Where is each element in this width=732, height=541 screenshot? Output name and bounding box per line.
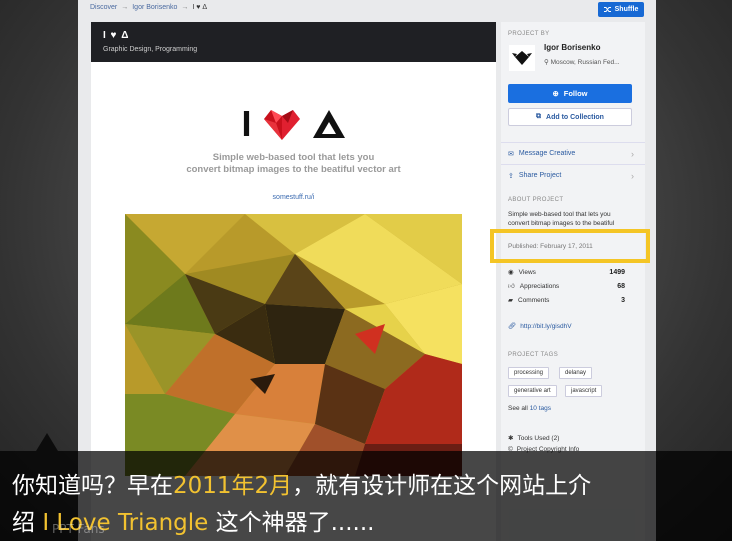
add-to-collection-button[interactable]: ⧉ Add to Collection	[508, 108, 632, 126]
project-tagline: Simple web-based tool that lets you conv…	[91, 152, 496, 176]
tagline-line-1: Simple web-based tool that lets you	[212, 152, 375, 163]
stat-comments: ▰ Comments 3	[508, 296, 625, 305]
chevron-right-icon: ›	[631, 148, 634, 159]
breadcrumb-current: I ♥ Δ	[192, 4, 208, 11]
tag-chip[interactable]: generative art	[508, 385, 557, 397]
comment-icon: ▰	[508, 297, 513, 304]
eye-icon: ◉	[508, 269, 514, 276]
project-title: I ♥ Δ	[103, 30, 130, 41]
share-icon: ⇪	[508, 172, 514, 180]
project-by-label: PROJECT BY	[508, 31, 550, 37]
chevron-right-icon: ›	[631, 170, 634, 181]
tools-used[interactable]: ✱ Tools Used (2)	[508, 434, 560, 443]
tag-chip[interactable]: javascript	[565, 385, 603, 397]
thumbs-up-icon: 👍︎	[508, 283, 515, 290]
watermark: PPT Fans	[52, 522, 105, 536]
stat-value: 68	[617, 282, 625, 290]
caption-text: 这个神器了......	[208, 510, 375, 536]
breadcrumb-separator: →	[121, 4, 129, 11]
tag-chip[interactable]: delanay	[559, 367, 593, 379]
message-label: Message Creative	[518, 150, 576, 157]
see-all-tags-link[interactable]: 10 tags	[530, 405, 551, 412]
breadcrumb-owner[interactable]: Igor Borisenko	[132, 4, 177, 11]
stat-label: Comments	[518, 296, 550, 304]
add-collection-label: Add to Collection	[546, 113, 604, 121]
shuffle-label: Shuffle	[614, 6, 639, 13]
project-link[interactable]: somestuff.ru/i	[91, 194, 496, 201]
about-project-label: ABOUT PROJECT	[508, 197, 564, 203]
share-label: Share Project	[518, 172, 562, 179]
shuffle-button[interactable]: Shuffle	[598, 2, 644, 17]
caption-highlight: 2011年2月	[173, 473, 293, 499]
see-all-tags: See all 10 tags	[508, 405, 551, 412]
tools-used-label: Tools Used (2)	[517, 434, 560, 442]
owner-location: ⚲ Moscow, Russian Fed...	[544, 58, 620, 66]
short-url-link[interactable]: 🔗︎ http://bit.ly/gisdhV	[508, 322, 572, 331]
caption-text: 你知道吗？早在	[12, 473, 173, 499]
see-all-prefix: See all	[508, 405, 528, 412]
published-highlight-box	[490, 229, 650, 263]
shuffle-icon	[603, 7, 611, 12]
caption-text: ，就有设计师在这个网站上介	[292, 473, 592, 499]
stat-appreciations: 👍︎ Appreciations 68	[508, 282, 625, 291]
tagline-line-2: convert bitmap images to the beatiful ve…	[186, 164, 401, 175]
stat-value: 1499	[609, 268, 625, 276]
collection-icon: ⧉	[536, 113, 542, 120]
polygon-heart-icon	[263, 110, 300, 140]
breadcrumb: Discover → Igor Borisenko → I ♥ Δ	[90, 4, 207, 11]
caption-pointer	[36, 433, 58, 451]
caption-text: 绍	[12, 510, 43, 536]
stat-label: Views	[518, 268, 536, 276]
project-fields: Graphic Design, Programming	[103, 46, 198, 53]
owner-location-text: Moscow, Russian Fed...	[550, 59, 620, 66]
project-logo: I	[91, 106, 496, 142]
location-pin-icon: ⚲	[544, 59, 549, 66]
project-tags-label: PROJECT TAGS	[508, 352, 559, 358]
stat-label: Appreciations	[519, 282, 560, 290]
triangle-logo-icon	[312, 110, 345, 138]
owner-name[interactable]: Igor Borisenko	[544, 43, 600, 52]
plus-icon: ⊕	[552, 89, 559, 98]
caption-line-1: 你知道吗？早在2011年2月，就有设计师在这个网站上介	[12, 466, 591, 500]
follow-button[interactable]: ⊕ Follow	[508, 84, 632, 103]
stat-views: ◉ Views 1499	[508, 268, 625, 277]
breadcrumb-separator: →	[181, 4, 189, 11]
stat-value: 3	[621, 296, 625, 304]
logo-letter-i: I	[241, 103, 252, 144]
short-url-text: http://bit.ly/gisdhV	[520, 322, 572, 330]
project-header: I ♥ Δ Graphic Design, Programming	[91, 22, 496, 62]
message-creative-link[interactable]: ✉ Message Creative ›	[501, 142, 645, 164]
link-icon: 🔗︎	[508, 323, 517, 330]
avatar[interactable]	[509, 45, 535, 71]
share-project-link[interactable]: ⇪ Share Project ›	[501, 164, 645, 186]
wrench-icon: ✱	[508, 435, 514, 442]
about-project-text: Simple web-based tool that lets you conv…	[508, 211, 615, 227]
low-poly-portrait-image	[125, 214, 462, 476]
envelope-icon: ✉	[508, 150, 514, 158]
follow-label: Follow	[563, 89, 588, 98]
tag-chip[interactable]: processing	[508, 367, 550, 379]
breadcrumb-discover[interactable]: Discover	[90, 4, 117, 11]
